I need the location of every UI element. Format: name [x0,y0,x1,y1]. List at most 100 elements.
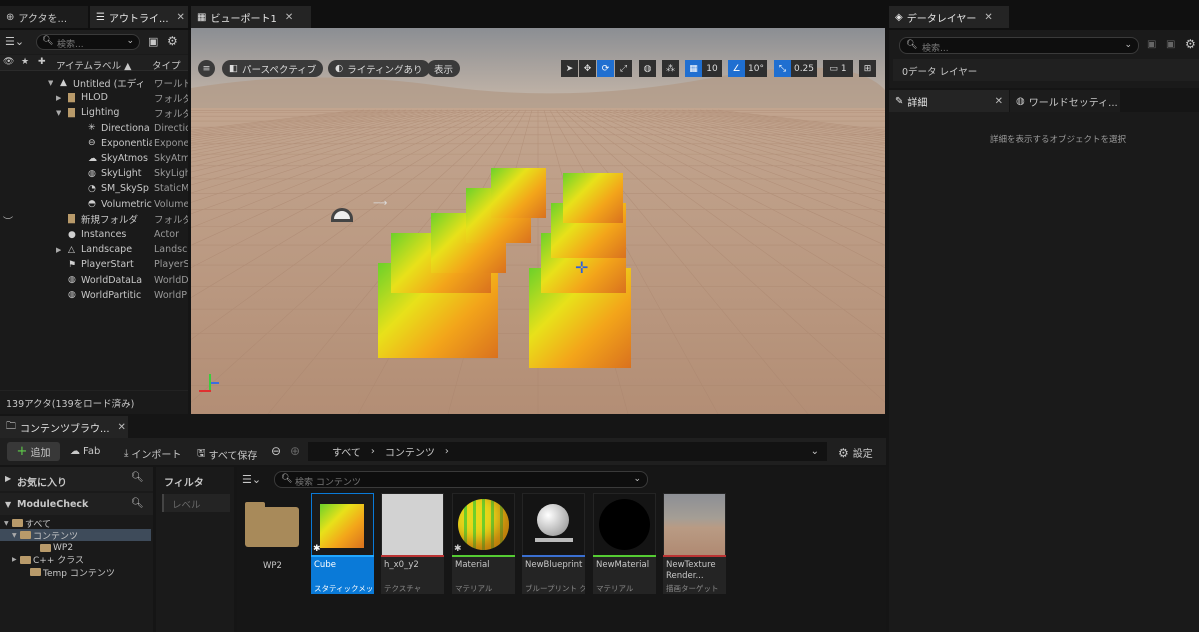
forward-icon[interactable]: ⊕ [290,444,300,458]
filter-level-item[interactable]: レベル [162,494,230,512]
folder-tree-item[interactable]: Temp コンテンツ [0,566,151,579]
tab-world-settings[interactable]: ◍ ワールドセッティ... [1010,90,1120,112]
breadcrumb-content[interactable]: コンテンツ [385,444,435,459]
search-icon[interactable]: 🔍︎ [131,498,144,509]
tab-viewport[interactable]: ▦ ビューポート1 ✕ [191,6,311,28]
outliner-row[interactable]: ◓ Volumetric Volume [0,197,188,212]
expand-arrow-icon[interactable]: ▶ [12,556,17,563]
data-layers-search-input[interactable]: 🔍︎ 検索... ⌄ [899,37,1139,54]
module-label[interactable]: ModuleCheck [17,499,88,510]
close-icon[interactable]: ✕ [995,96,1003,107]
add-button[interactable]: + 追加 [7,442,60,461]
gear-icon[interactable]: ⚙ [1185,37,1196,51]
outliner-row[interactable]: ● Instances Actor [0,227,188,242]
star-icon[interactable]: ★ [21,57,29,67]
back-icon[interactable]: ⊖ [271,444,281,458]
tab-data-layers[interactable]: ◈ データレイヤー ✕ [889,6,1009,28]
outliner-row[interactable]: ◍ SkyLight SkyLigh [0,166,188,181]
expand-arrow-icon[interactable]: ▼ [4,520,9,527]
show-button[interactable]: 表示 [427,60,461,77]
settings-button[interactable]: ⚙ 設定 [838,445,873,461]
asset-cube[interactable]: Cube スタティックメッシュ ✱ [311,493,374,594]
scale-snap-value[interactable]: 0.25 [791,60,817,77]
grid-snap-toggle[interactable]: ▦ [685,60,702,77]
favorites-label[interactable]: お気に入り [17,474,67,489]
folder-tree-item[interactable]: ▶ C++ クラス [0,554,151,566]
outliner-row[interactable]: ▼ ▇ Lighting フォルダ [0,105,188,120]
eye-icon[interactable]: 👁︎ [3,57,14,67]
module-expand-icon[interactable]: ▼ [5,500,11,509]
rotate-tool[interactable]: ⟳ [597,60,614,77]
filter-icon[interactable]: ☰⌄ [242,473,261,486]
tab-actor-place[interactable]: ⊕ アクタを... [0,6,88,28]
folder-tree-item[interactable]: ▼ コンテンツ [0,529,151,542]
outliner-row[interactable]: ▼ ▲ Untitled (エディ ワールド [0,75,188,90]
select-tool[interactable]: ➤ [561,60,578,77]
asset-new-material[interactable]: NewMaterial マテリアル [593,493,656,594]
search-icon[interactable]: 🔍︎ [131,472,144,483]
asset-render-target[interactable]: NewTexture Render... 描画ターゲット [663,493,726,594]
directional-light-gizmo-icon[interactable]: ⟶ [373,198,387,209]
gear-icon[interactable]: ⚙ [167,34,178,48]
perspective-button[interactable]: ◧ パースペクティブ [222,60,324,77]
asset-folder-wp2[interactable]: WP2 [242,493,305,594]
lighting-button[interactable]: ◐ ライティングあり [328,60,430,77]
outliner-row[interactable]: ☁ SkyAtmos SkyAtm [0,151,188,166]
asset-texture[interactable]: h_x0_y2 テクスチャ [381,493,444,594]
add-layer-icon[interactable]: ▣ [1147,39,1156,50]
pivot-gizmo-icon[interactable]: ✛ [575,258,588,277]
viewport-menu-button[interactable]: ≡ [198,60,215,77]
column-label-header[interactable]: アイテムラベル ▲ [56,58,131,72]
expand-arrow-icon[interactable]: ▼ [48,79,53,87]
camera-speed-button[interactable]: ▭ 1 [823,60,853,77]
outliner-search-input[interactable]: 🔍︎ 検索... ⌄ [36,34,140,50]
import-button[interactable]: ⤓ インポート [124,446,181,461]
outliner-row[interactable]: ⊖ Exponentia Expone [0,136,188,151]
close-icon[interactable]: ✕ [177,12,185,23]
expand-arrow-icon[interactable]: ▼ [12,532,17,539]
rotation-snap-toggle[interactable]: ∠ [728,60,745,77]
rotation-snap-value[interactable]: 10° [745,60,767,77]
scale-tool[interactable]: ⤢ [615,60,632,77]
save-all-button[interactable]: 🖫 すべて保存 [197,446,257,463]
remove-layer-icon[interactable]: ▣ [1166,39,1175,50]
grid-snap-value[interactable]: 10 [702,60,722,77]
outliner-row[interactable]: ✳ Directiona Directio [0,121,188,136]
outliner-row[interactable]: ◍ WorldDataLa WorldD [0,273,188,288]
close-icon[interactable]: ✕ [118,422,126,433]
outliner-row[interactable]: ▶ ▇ HLOD フォルダ [0,90,188,105]
outliner-row[interactable]: ◔ SM_SkySp StaticM [0,181,188,196]
asset-search-input[interactable]: 🔍︎ 検索 コンテンツ ⌄ [274,471,648,488]
favorites-expand-icon[interactable]: ▶ [5,474,11,483]
expand-arrow-icon[interactable]: ▶ [56,246,61,254]
asset-material[interactable]: Material マテリアル ✱ [452,493,515,594]
fab-button[interactable]: ☁ Fab [70,446,100,457]
tab-content-browser[interactable]: 🗀 コンテンツブラウ... ✕ [0,416,128,438]
scale-snap-toggle[interactable]: ⤡ [774,60,791,77]
viewport-layout-button[interactable]: ⊞ [859,60,876,77]
world-local-toggle[interactable]: ◍ [639,60,656,77]
surface-snap-toggle[interactable]: ⁂ [662,60,679,77]
expand-arrow-icon[interactable]: ▶ [56,94,61,102]
outliner-row[interactable]: ▇ 新規フォルダ フォルダ [0,212,188,227]
asset-blueprint[interactable]: NewBlueprint ブループリント クラス [522,493,585,594]
expand-arrow-icon[interactable]: ▼ [56,109,61,117]
folder-tree-item[interactable]: WP2 [0,542,151,554]
outliner-row[interactable]: ◍ WorldPartitic WorldP [0,288,188,303]
outliner-row[interactable]: ▶ △ Landscape Landsc [0,242,188,257]
outliner-row[interactable]: ⚑ PlayerStart PlayerS [0,257,188,272]
pin-icon[interactable]: ✚ [38,57,46,67]
tab-details[interactable]: ✎ 詳細 ✕ [889,90,1009,112]
add-folder-icon[interactable]: ▣ [148,35,158,48]
close-icon[interactable]: ✕ [285,12,293,23]
breadcrumb-all[interactable]: すべて [332,444,361,459]
folder-tree-item[interactable]: ▼ すべて [0,517,151,530]
tab-outliner[interactable]: ☰ アウトライ... ✕ [90,6,188,28]
viewport[interactable]: ⟶ ✛ ≡ ◧ パースペクティブ ◐ ライティングあり 表示 ➤ ✥ ⟳ ⤢ ◍… [191,28,885,414]
collapse-arrow-icon[interactable]: ︶ [3,213,13,228]
move-tool[interactable]: ✥ [579,60,596,77]
column-type-header[interactable]: タイプ [152,58,181,72]
close-icon[interactable]: ✕ [984,12,992,23]
chevron-down-icon[interactable]: ⌄ [811,446,819,457]
filter-icon[interactable]: ☰⌄ [5,35,24,48]
